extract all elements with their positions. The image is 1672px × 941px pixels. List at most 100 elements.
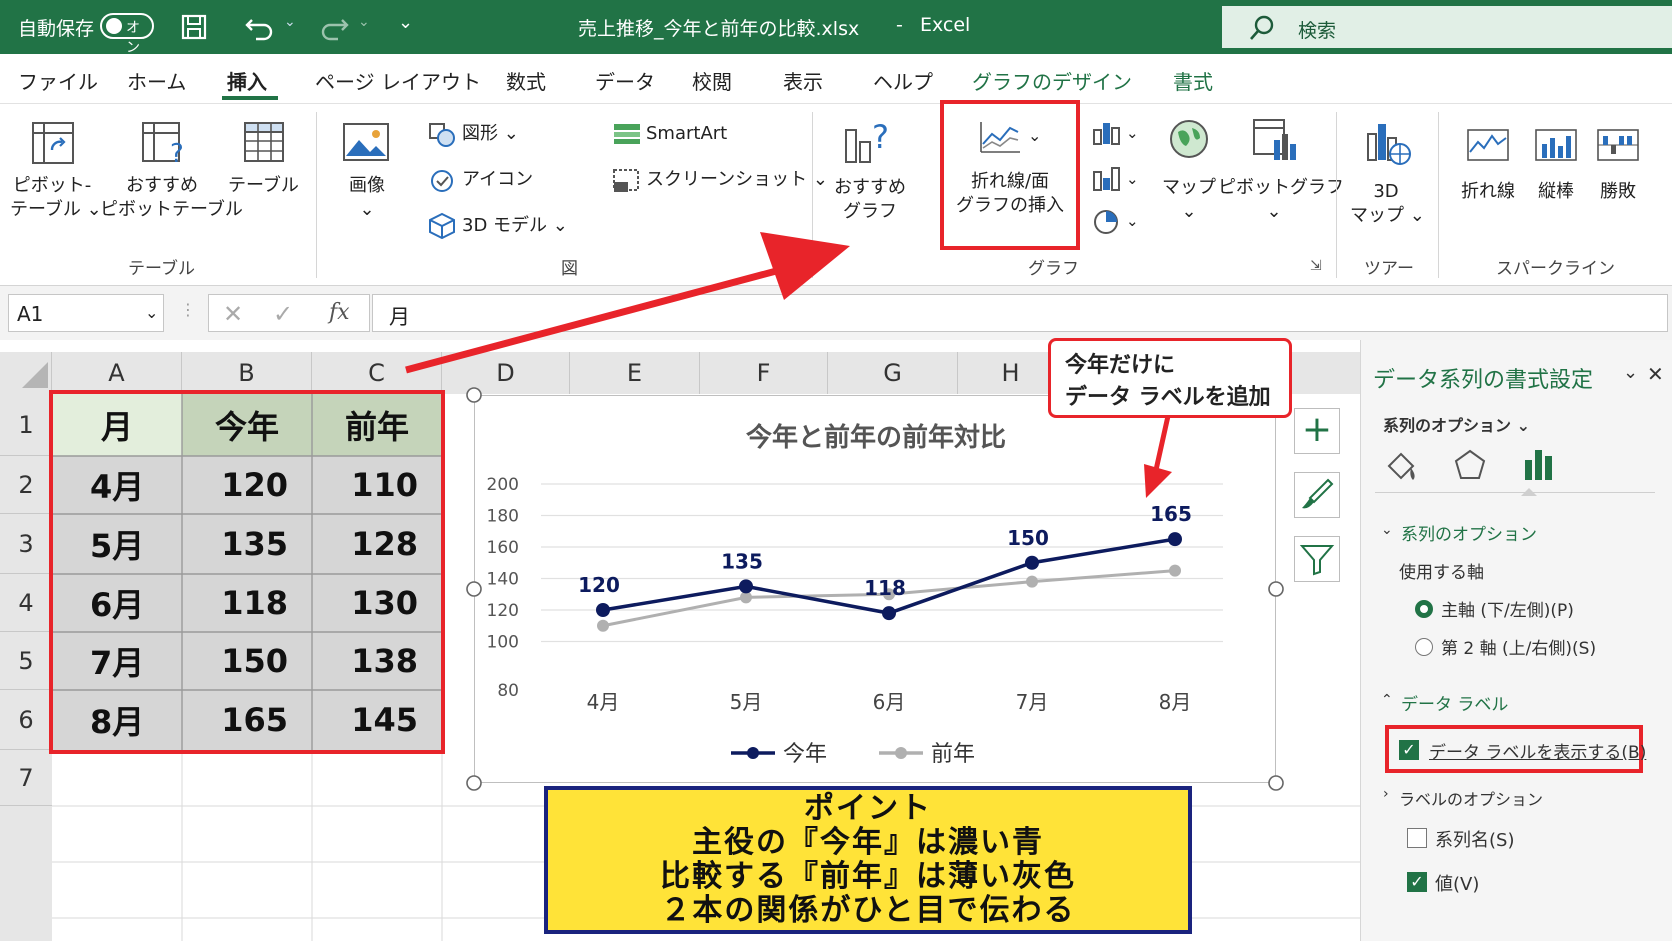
checkbox-value[interactable]: ✓ xyxy=(1407,872,1427,892)
save-icon[interactable] xyxy=(180,13,208,41)
tab-view[interactable]: 表示 xyxy=(783,66,823,95)
checkbox-show-labels[interactable]: ✓ xyxy=(1399,740,1419,760)
pivot-table-icon xyxy=(32,122,74,164)
series-options-icon[interactable] xyxy=(1523,446,1555,482)
series-name-label: 系列名(S) xyxy=(1435,830,1515,851)
row-header-4[interactable]: 4 xyxy=(0,574,52,632)
chevron-down-icon: ⌄ xyxy=(1126,170,1139,188)
recommended-chart-button[interactable]: おすすめ グラフ xyxy=(820,176,920,224)
pie-chart-icon[interactable] xyxy=(1092,208,1120,236)
tab-review[interactable]: 校閲 xyxy=(692,66,732,95)
more-options-icon[interactable]: ⋮ xyxy=(180,300,196,319)
sparkline-line-button[interactable]: 折れ線 xyxy=(1454,180,1522,204)
pivot-table-button[interactable]: ピボット- テーブル ⌄ xyxy=(10,174,102,222)
tab-help[interactable]: ヘルプ xyxy=(873,66,933,95)
picture-button[interactable]: 画像 ⌄ xyxy=(332,174,402,222)
chevron-down-icon: ⌄ xyxy=(1126,124,1139,142)
redo-dropdown-icon[interactable]: ⌄ xyxy=(358,14,370,30)
sparkline-winloss-button[interactable]: 勝敗 xyxy=(1586,180,1650,204)
icons-button[interactable]: アイコン xyxy=(462,168,533,192)
autosave-toggle[interactable]: オン xyxy=(100,13,154,56)
checkbox-series-name[interactable] xyxy=(1407,828,1427,848)
chart-filters-button[interactable] xyxy=(1294,536,1340,582)
chevron-down-icon: ⌄ xyxy=(359,199,375,220)
tab-formulas[interactable]: 数式 xyxy=(506,66,546,95)
point-note: ポイント 主役の『今年』は濃い青 比較する『前年』は薄い灰色 ２本の関係がひと目… xyxy=(544,786,1192,934)
close-icon[interactable]: ✕ xyxy=(1647,362,1664,386)
shapes-button[interactable]: 図形 ⌄ xyxy=(462,122,519,146)
note-line-3: ２本の関係がひと目で伝わる xyxy=(660,893,1076,928)
fill-line-icon[interactable] xyxy=(1383,448,1419,482)
name-box-value: A1 xyxy=(17,302,44,326)
tab-file[interactable]: ファイル xyxy=(18,66,98,95)
chart-elements-button[interactable]: + xyxy=(1294,408,1340,454)
smartart-icon xyxy=(614,124,640,144)
icons-icon xyxy=(431,170,453,192)
sparkline-line-icon xyxy=(1467,129,1509,161)
column-chart-icon[interactable] xyxy=(1092,120,1122,146)
table-button[interactable]: テーブル xyxy=(228,174,299,198)
chevron-right-icon: › xyxy=(1383,786,1389,802)
row-header-2[interactable]: 2 xyxy=(0,456,52,514)
group-label-tours: ツアー xyxy=(1364,259,1414,279)
radio-primary-axis[interactable] xyxy=(1415,600,1433,618)
name-box[interactable]: A1 ⌄ xyxy=(8,294,164,332)
effects-icon[interactable] xyxy=(1453,448,1487,482)
insert-function-icon[interactable]: fx xyxy=(329,300,350,325)
row-header-3[interactable]: 3 xyxy=(0,514,52,574)
3d-map-button[interactable]: 3D マップ ⌄ xyxy=(1350,180,1425,228)
radio-secondary-axis[interactable] xyxy=(1415,638,1433,656)
cancel-icon[interactable]: ✕ xyxy=(223,300,243,328)
column-header-a[interactable]: A xyxy=(52,352,182,394)
tab-format[interactable]: 書式 xyxy=(1173,66,1213,95)
chevron-down-icon: ⌄ xyxy=(1126,212,1139,230)
column-header-b[interactable]: B xyxy=(182,352,312,394)
row-header-5[interactable]: 5 xyxy=(0,632,52,690)
active-tab-underline xyxy=(222,96,278,100)
tab-chart-design[interactable]: グラフのデザイン xyxy=(972,66,1132,95)
line-chart-button[interactable]: 折れ線/面 グラフの挿入 xyxy=(944,170,1076,218)
3d-map-icon xyxy=(1367,124,1411,165)
row-header-1[interactable]: 1 xyxy=(0,394,52,456)
chart-styles-button[interactable] xyxy=(1294,472,1340,518)
format-data-series-pane: データ系列の書式設定 ⌄ ✕ 系列のオプション ⌄ ⌄ 系列のオプション 使用す… xyxy=(1360,340,1672,941)
dialog-launcher-icon[interactable]: ⇲ xyxy=(1310,258,1322,274)
tab-page-layout[interactable]: ページ レイアウト xyxy=(315,66,481,95)
row-header-filler xyxy=(0,806,52,941)
recommended-pivot-icon: ? xyxy=(142,122,184,166)
callout-line-1: 今年だけに xyxy=(1065,353,1176,378)
red-arrow-to-ribbon xyxy=(405,232,850,374)
chevron-down-icon[interactable]: ⌄ xyxy=(1623,362,1638,383)
section-data-labels[interactable]: データ ラベル xyxy=(1401,690,1508,715)
search-box[interactable]: 検索 xyxy=(1222,6,1672,48)
undo-dropdown-icon[interactable]: ⌄ xyxy=(284,14,296,30)
recommended-pivot-button[interactable]: おすすめ ピボットテーブル xyxy=(100,174,243,222)
callout-box: 今年だけに データ ラベルを追加 xyxy=(1048,338,1292,418)
row-header-7[interactable]: 7 xyxy=(0,750,52,806)
redo-icon[interactable] xyxy=(318,12,350,42)
tab-insert[interactable]: 挿入 xyxy=(227,66,267,95)
tab-home[interactable]: ホーム xyxy=(127,66,186,95)
enter-icon[interactable]: ✓ xyxy=(273,300,293,328)
hierarchy-chart-icon[interactable] xyxy=(1092,166,1122,192)
table-highlight xyxy=(49,390,445,754)
section-series-options[interactable]: 系列のオプション xyxy=(1401,520,1537,545)
undo-icon[interactable] xyxy=(244,12,276,42)
select-all-triangle-icon xyxy=(22,362,48,388)
series-options-dropdown[interactable]: 系列のオプション ⌄ xyxy=(1383,412,1530,436)
sparkline-column-button[interactable]: 縦棒 xyxy=(1524,180,1588,204)
customize-qat-icon[interactable]: ⌄ xyxy=(398,12,413,33)
label-options[interactable]: ラベルのオプション xyxy=(1399,786,1543,810)
row-header-6[interactable]: 6 xyxy=(0,690,52,750)
title-separator: - xyxy=(896,14,903,36)
chevron-down-icon: ⌄ xyxy=(145,303,159,322)
maps-button[interactable]: マップ ⌄ xyxy=(1158,176,1220,224)
autosave-label: 自動保存 xyxy=(18,18,95,40)
screenshot-button[interactable]: スクリーンショット ⌄ xyxy=(646,168,828,192)
pivot-chart-button[interactable]: ピボットグラフ ⌄ xyxy=(1218,176,1344,224)
show-labels-label: データ ラベルを表示する(B) xyxy=(1429,743,1647,763)
smartart-button[interactable]: SmartArt xyxy=(646,122,727,146)
sparkline-column-icon xyxy=(1535,129,1577,161)
search-icon xyxy=(1250,15,1274,40)
tab-data[interactable]: データ xyxy=(595,66,655,95)
